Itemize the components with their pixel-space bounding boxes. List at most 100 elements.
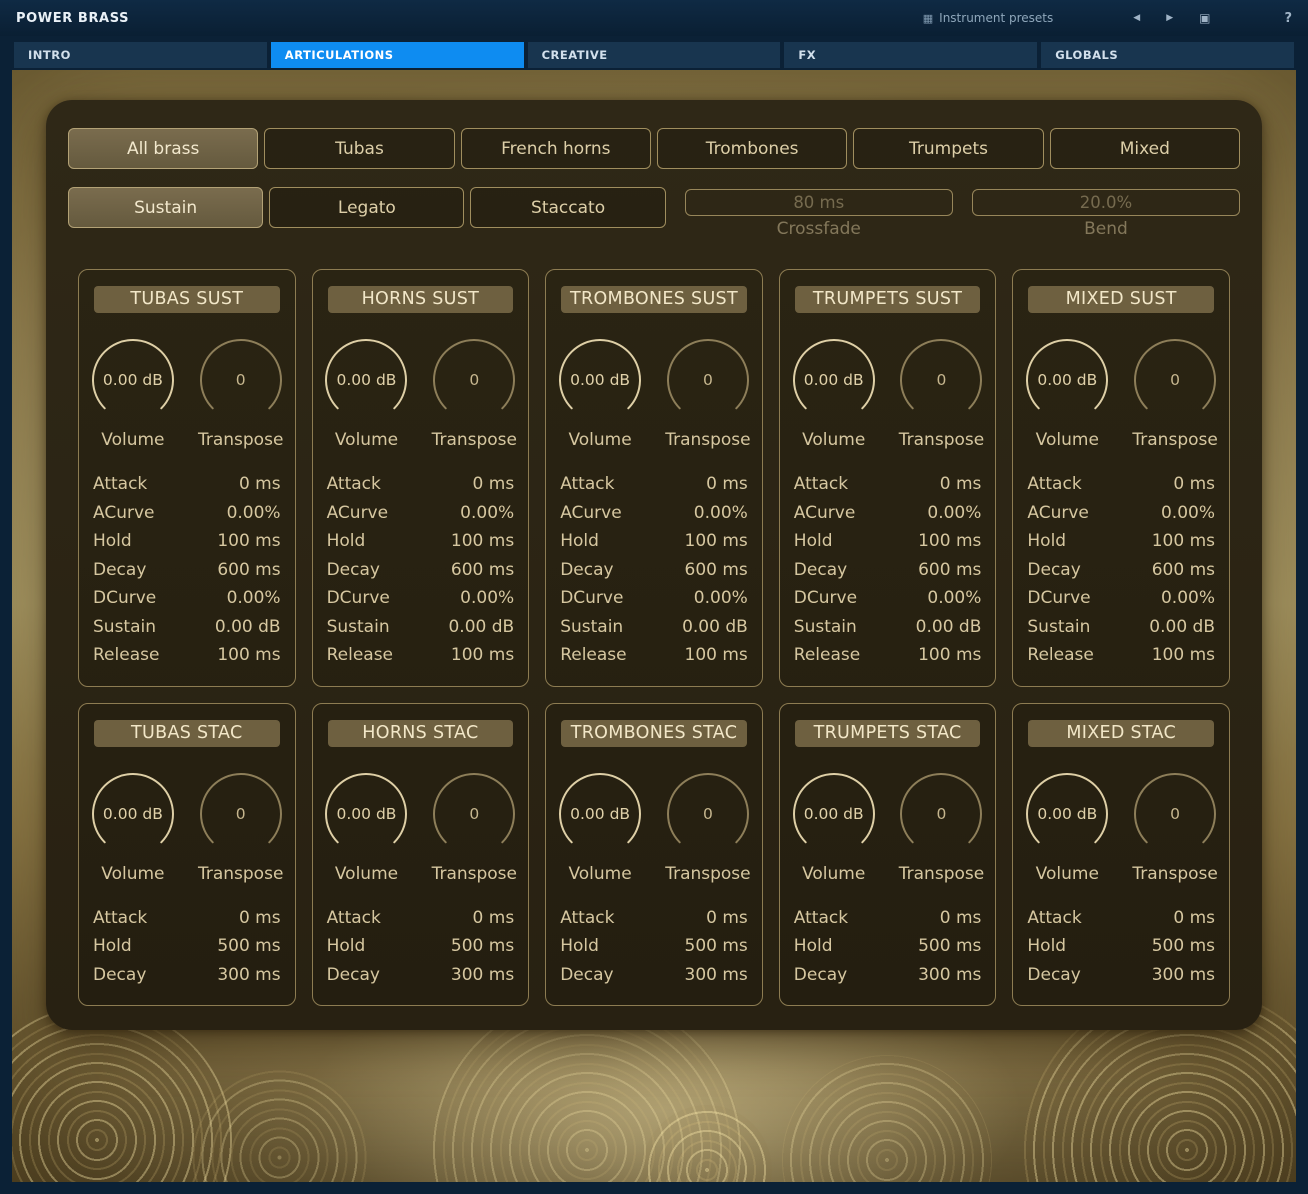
param-value[interactable]: 0.00%: [694, 588, 748, 608]
volume-knob[interactable]: 0.00 dB: [1024, 337, 1110, 423]
transpose-knob[interactable]: 0: [431, 771, 517, 857]
instrument-presets-button[interactable]: ▦ Instrument presets: [923, 11, 1054, 25]
param-value[interactable]: 300 ms: [1152, 965, 1215, 985]
volume-knob[interactable]: 0.00 dB: [557, 771, 643, 857]
ensemble-french-horns-button[interactable]: French horns: [461, 128, 651, 169]
param-value[interactable]: 0.00%: [227, 588, 281, 608]
param-row: Attack0 ms: [1027, 904, 1215, 933]
transpose-knob-block: 0 Transpose: [420, 337, 528, 450]
tab-creative[interactable]: CREATIVE: [528, 42, 781, 68]
param-value[interactable]: 0 ms: [473, 474, 515, 494]
preset-next-icon[interactable]: ▶: [1160, 9, 1179, 27]
param-value[interactable]: 0.00%: [927, 588, 981, 608]
param-value[interactable]: 500 ms: [451, 936, 514, 956]
tab-fx[interactable]: FX: [784, 42, 1037, 68]
param-value[interactable]: 100 ms: [685, 645, 748, 665]
param-value[interactable]: 0.00 dB: [215, 617, 281, 637]
param-value[interactable]: 0 ms: [1173, 908, 1215, 928]
ensemble-trumpets-button[interactable]: Trumpets: [853, 128, 1043, 169]
param-value[interactable]: 300 ms: [217, 965, 280, 985]
param-value[interactable]: 600 ms: [918, 560, 981, 580]
bend-value[interactable]: 20.0%: [972, 189, 1240, 216]
param-value[interactable]: 300 ms: [685, 965, 748, 985]
volume-knob[interactable]: 0.00 dB: [90, 337, 176, 423]
param-value[interactable]: 0.00%: [1161, 503, 1215, 523]
param-value[interactable]: 100 ms: [451, 531, 514, 551]
transpose-knob[interactable]: 0: [1132, 337, 1218, 423]
param-value[interactable]: 100 ms: [918, 645, 981, 665]
param-value[interactable]: 500 ms: [685, 936, 748, 956]
tab-articulations[interactable]: ARTICULATIONS: [271, 42, 524, 68]
transpose-knob[interactable]: 0: [431, 337, 517, 423]
transpose-label: Transpose: [1121, 864, 1229, 884]
param-value[interactable]: 300 ms: [451, 965, 514, 985]
ensemble-all-brass-button[interactable]: All brass: [68, 128, 258, 169]
param-value[interactable]: 0.00%: [460, 588, 514, 608]
param-value[interactable]: 100 ms: [918, 531, 981, 551]
volume-knob[interactable]: 0.00 dB: [557, 337, 643, 423]
param-value[interactable]: 0 ms: [706, 908, 748, 928]
param-value[interactable]: 600 ms: [217, 560, 280, 580]
param-value[interactable]: 500 ms: [217, 936, 280, 956]
transpose-knob[interactable]: 0: [665, 337, 751, 423]
param-value[interactable]: 100 ms: [1152, 531, 1215, 551]
param-value[interactable]: 0 ms: [473, 908, 515, 928]
param-value[interactable]: 0 ms: [706, 474, 748, 494]
param-value[interactable]: 500 ms: [918, 936, 981, 956]
param-value[interactable]: 0.00%: [460, 503, 514, 523]
param-value[interactable]: 100 ms: [1152, 645, 1215, 665]
ensemble-tubas-button[interactable]: Tubas: [264, 128, 454, 169]
transpose-knob[interactable]: 0: [1132, 771, 1218, 857]
param-value[interactable]: 100 ms: [451, 645, 514, 665]
param-value[interactable]: 500 ms: [1152, 936, 1215, 956]
volume-knob-block: 0.00 dB Volume: [546, 337, 654, 450]
transpose-knob[interactable]: 0: [198, 337, 284, 423]
volume-knob[interactable]: 0.00 dB: [90, 771, 176, 857]
volume-knob[interactable]: 0.00 dB: [323, 771, 409, 857]
volume-knob[interactable]: 0.00 dB: [791, 771, 877, 857]
param-value[interactable]: 0 ms: [239, 474, 281, 494]
articulation-legato-button[interactable]: Legato: [269, 187, 464, 228]
sustain-articulation-panel: TROMBONES SUST 0.00 dB Volume: [545, 269, 763, 687]
param-row: ACurve0.00%: [327, 499, 515, 528]
param-value[interactable]: 600 ms: [1152, 560, 1215, 580]
crossfade-label: Crossfade: [685, 219, 953, 239]
crossfade-value[interactable]: 80 ms: [685, 189, 953, 216]
transpose-knob[interactable]: 0: [898, 337, 984, 423]
param-value[interactable]: 0.00 dB: [682, 617, 748, 637]
param-value[interactable]: 0 ms: [940, 474, 982, 494]
param-value[interactable]: 0 ms: [239, 908, 281, 928]
param-value[interactable]: 0.00%: [227, 503, 281, 523]
preset-prev-icon[interactable]: ◀: [1127, 9, 1146, 27]
transpose-knob[interactable]: 0: [898, 771, 984, 857]
param-value[interactable]: 0.00%: [1161, 588, 1215, 608]
volume-knob[interactable]: 0.00 dB: [323, 337, 409, 423]
articulation-staccato-button[interactable]: Staccato: [470, 187, 665, 228]
param-value[interactable]: 0.00%: [694, 503, 748, 523]
param-value[interactable]: 300 ms: [918, 965, 981, 985]
param-value[interactable]: 0 ms: [1173, 474, 1215, 494]
articulation-sustain-button[interactable]: Sustain: [68, 187, 263, 228]
param-value[interactable]: 100 ms: [217, 531, 280, 551]
param-value[interactable]: 0.00 dB: [916, 617, 982, 637]
param-value[interactable]: 100 ms: [685, 531, 748, 551]
param-value[interactable]: 600 ms: [451, 560, 514, 580]
tab-globals[interactable]: GLOBALS: [1041, 42, 1294, 68]
ensemble-trombones-button[interactable]: Trombones: [657, 128, 847, 169]
param-value[interactable]: 600 ms: [685, 560, 748, 580]
transpose-knob[interactable]: 0: [198, 771, 284, 857]
param-value[interactable]: 0 ms: [940, 908, 982, 928]
param-value[interactable]: 0.00 dB: [1149, 617, 1215, 637]
keyboard-panel-icon[interactable]: ▣: [1193, 7, 1216, 29]
volume-knob[interactable]: 0.00 dB: [1024, 771, 1110, 857]
ensemble-mixed-button[interactable]: Mixed: [1050, 128, 1240, 169]
volume-knob[interactable]: 0.00 dB: [791, 337, 877, 423]
transpose-knob[interactable]: 0: [665, 771, 751, 857]
help-icon[interactable]: ?: [1278, 9, 1298, 28]
param-value[interactable]: 0.00%: [927, 503, 981, 523]
param-name: Attack: [560, 908, 614, 928]
tab-intro[interactable]: INTRO: [14, 42, 267, 68]
plugin-window: POWER BRASS ▦ Instrument presets ◀ ▶ ▣ ?…: [0, 0, 1308, 1182]
param-value[interactable]: 100 ms: [217, 645, 280, 665]
param-value[interactable]: 0.00 dB: [448, 617, 514, 637]
